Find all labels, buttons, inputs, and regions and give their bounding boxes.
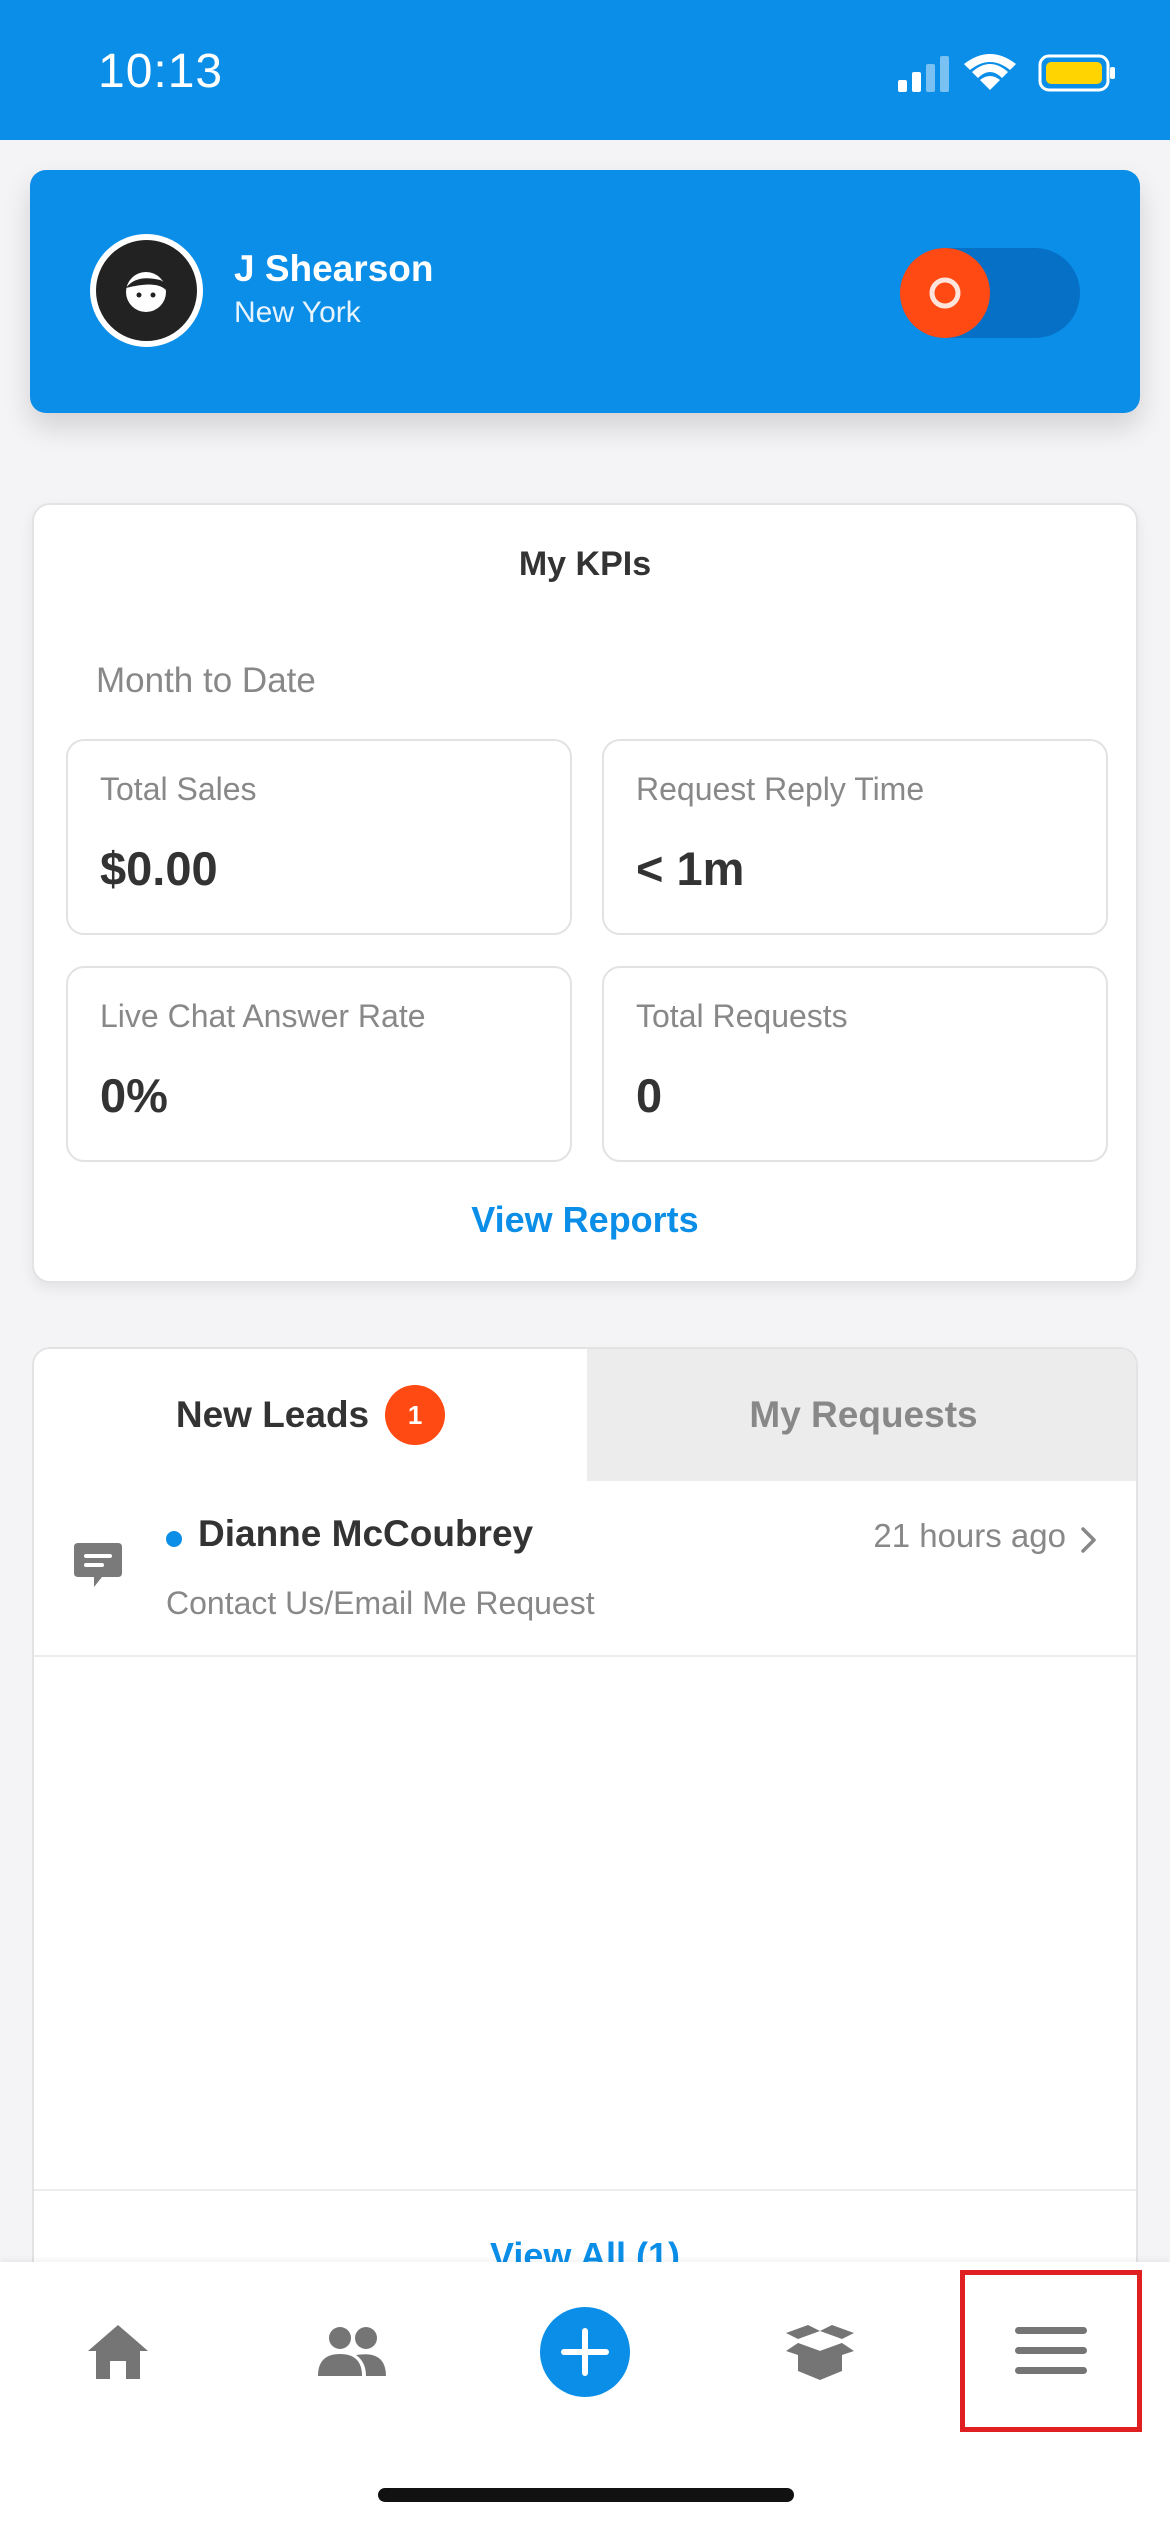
nav-contacts-button[interactable]	[292, 2262, 412, 2442]
status-time: 10:13	[98, 45, 224, 98]
lead-name: Dianne McCoubrey	[198, 1513, 534, 1554]
add-icon	[540, 2307, 630, 2397]
kpi-title: My KPIs	[518, 545, 652, 583]
profile-name: J Shearson	[234, 248, 434, 289]
tab-label: New Leads	[175, 1394, 370, 1435]
kpi-value: 0%	[100, 1069, 168, 1122]
kpi-chat-answer-rate: Live Chat Answer Rate 0%	[66, 966, 572, 1162]
leads-card: New Leads 1 My Requests Dianne McCoubrey…	[32, 1347, 1138, 2387]
nav-products-button[interactable]	[760, 2262, 880, 2442]
kpi-period: Month to Date	[96, 661, 316, 700]
kpi-value: 0	[636, 1069, 663, 1122]
tab-label: My Requests	[749, 1394, 978, 1435]
kpi-card: My KPIs Month to Date Total Sales $0.00 …	[32, 503, 1138, 1283]
profile-card: J Shearson New York	[30, 170, 1140, 413]
chevron-right-icon	[1078, 1525, 1100, 1560]
profile-location: New York	[234, 296, 361, 329]
tab-new-leads[interactable]: New Leads 1	[34, 1349, 587, 1481]
status-icons	[898, 52, 1118, 92]
box-icon	[786, 2325, 854, 2380]
lead-subject: Contact Us/Email Me Request	[166, 1585, 595, 1621]
people-icon	[318, 2327, 386, 2376]
divider	[34, 2189, 1136, 2191]
availability-toggle[interactable]	[900, 248, 1080, 338]
kpi-label: Request Reply Time	[636, 771, 925, 807]
tab-my-requests[interactable]: My Requests	[587, 1349, 1136, 1481]
nav-add-button[interactable]	[525, 2262, 645, 2442]
menu-icon	[1015, 2327, 1087, 2374]
status-bar: 10:13	[0, 0, 1170, 140]
unread-dot	[166, 1531, 182, 1547]
avatar-face-icon	[126, 272, 166, 312]
lead-time: 21 hours ago	[873, 1517, 1066, 1554]
count-badge: 1	[385, 1385, 446, 1445]
kpi-reply-time: Request Reply Time < 1m	[602, 739, 1108, 935]
nav-menu-button[interactable]	[960, 2270, 1142, 2432]
kpi-total-sales: Total Sales $0.00	[66, 739, 572, 935]
toggle-knob	[900, 248, 990, 338]
status-indicators-icon	[898, 54, 1115, 92]
kpi-value: $0.00	[100, 842, 218, 895]
kpi-value: < 1m	[636, 842, 745, 895]
nav-home-button[interactable]	[58, 2262, 178, 2442]
avatar[interactable]	[90, 234, 203, 347]
kpi-label: Total Sales	[100, 771, 257, 807]
kpi-total-requests: Total Requests 0	[602, 966, 1108, 1162]
kpi-label: Live Chat Answer Rate	[100, 998, 426, 1034]
lead-list-item[interactable]: Dianne McCoubrey 21 hours ago Contact Us…	[34, 1481, 1136, 1657]
home-icon	[88, 2325, 148, 2379]
message-icon	[70, 1537, 126, 1598]
home-indicator[interactable]	[378, 2488, 794, 2502]
kpi-label: Total Requests	[636, 998, 848, 1034]
view-reports-link[interactable]: View Reports	[34, 1199, 1136, 1241]
power-ring-icon	[929, 277, 961, 309]
